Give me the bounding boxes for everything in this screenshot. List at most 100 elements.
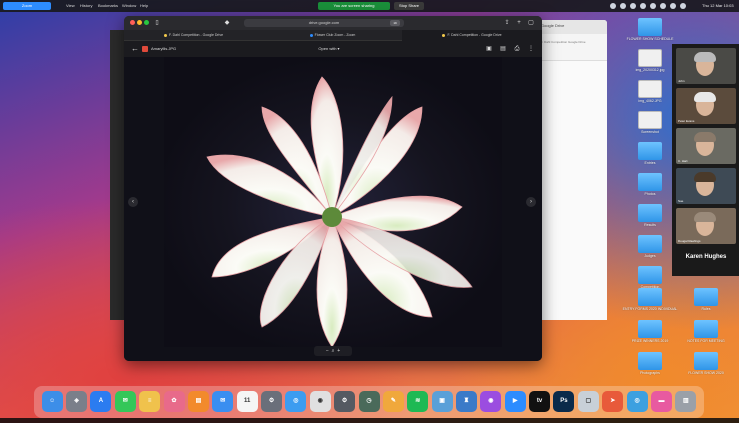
menu-help[interactable]: Help	[140, 1, 148, 11]
address-bar[interactable]: drive.google.com	[244, 19, 404, 27]
books-icon[interactable]: ▤	[187, 391, 209, 412]
zoom-icon[interactable]: ▶	[504, 391, 526, 412]
new-tab-icon[interactable]: +	[516, 20, 522, 26]
open-with-button[interactable]: Open with ▾	[314, 45, 344, 53]
keynote-icon[interactable]: ♜	[455, 391, 477, 412]
participant-video-tile[interactable]: Dougal Rawlings	[676, 208, 736, 244]
folder-icon[interactable]	[694, 320, 718, 338]
spotify-icon[interactable]: ≋	[407, 391, 429, 412]
sidebar-icon[interactable]: ▯	[154, 20, 160, 26]
desktop-icon-label[interactable]: Screenshot	[620, 130, 680, 134]
tab-zoom[interactable]: Flower Club Zoom - Zoom	[263, 30, 402, 41]
desktop-icon-label[interactable]: Photos	[620, 192, 680, 196]
zoom-meeting-pill[interactable]: Zoom	[3, 2, 51, 10]
folder-icon[interactable]: ▢	[577, 391, 599, 412]
pages-icon[interactable]: ✎	[382, 391, 404, 412]
control-center-icon[interactable]	[660, 3, 666, 9]
tab-drive-2[interactable]: F. Dahl Competition - Google Drive	[402, 30, 542, 41]
folder-icon[interactable]	[694, 288, 718, 306]
podcasts-icon[interactable]: ◉	[480, 391, 502, 412]
desktop-icon-label[interactable]: Results	[620, 223, 680, 227]
desktop-icon-label[interactable]: Entries	[620, 161, 680, 165]
finder-icon[interactable]: ☺	[41, 391, 63, 412]
stop-share-button[interactable]: Stop Share	[394, 2, 424, 10]
file-icon[interactable]	[638, 111, 662, 129]
file-icon[interactable]	[638, 80, 662, 98]
notes-icon[interactable]: ≡	[139, 391, 161, 412]
tab-drive-1[interactable]: F. Dahl Competition - Google Drive	[124, 30, 263, 41]
preview-icon[interactable]: ▣	[431, 391, 453, 412]
folder-icon[interactable]	[638, 266, 662, 284]
folder-icon[interactable]	[638, 142, 662, 160]
background-drive-window[interactable]: Google Drive F. Dahl Competition Google …	[535, 20, 607, 320]
menu-clock[interactable]: Thu 12 Mar 10:03	[702, 1, 734, 11]
safari-icon[interactable]: ◎	[285, 391, 307, 412]
participant-video-tile[interactable]: John	[676, 48, 736, 84]
spotlight-icon[interactable]	[650, 3, 656, 9]
folder-icon[interactable]	[694, 352, 718, 370]
tabs-overview-icon[interactable]: ▢	[528, 20, 534, 26]
chrome-icon[interactable]: ◉	[309, 391, 331, 412]
menu-view[interactable]: View	[66, 1, 75, 11]
mail-icon[interactable]: ✉	[212, 391, 234, 412]
close-icon[interactable]	[130, 20, 135, 25]
reminders-icon[interactable]: ▬	[650, 391, 672, 412]
zoom-icon[interactable]: ⌕	[332, 348, 335, 354]
folder-icon[interactable]	[638, 18, 662, 36]
extension-badge[interactable]: 19	[390, 20, 400, 26]
menu-window[interactable]: Window	[122, 1, 136, 11]
share-icon[interactable]: ⇪	[504, 20, 510, 26]
menu-history[interactable]: History	[80, 1, 92, 11]
desktop-icon-label[interactable]: img_4062.JPG	[620, 99, 680, 103]
zoom-in-button[interactable]: +	[337, 348, 340, 354]
safari-2-icon[interactable]: ◎	[626, 391, 648, 412]
desktop-icon-label[interactable]: NOTES FOR MEETING	[676, 339, 736, 343]
apple-tv-icon[interactable]: tv	[529, 391, 551, 412]
desktop-icon-label[interactable]: img_20200312.jpg	[620, 68, 680, 72]
system-preferences-icon[interactable]: ⚙	[261, 391, 283, 412]
desktop-icon-label[interactable]: ENTRY FORMS 2020 INDIVIDUAL	[620, 307, 680, 311]
participant-video-tile[interactable]: C. Hart	[676, 128, 736, 164]
time-machine-icon[interactable]: ◷	[358, 391, 380, 412]
launchpad-icon[interactable]: ◈	[66, 391, 88, 412]
user-icon[interactable]	[670, 3, 676, 9]
desktop-icon-label[interactable]: Rules	[676, 307, 736, 311]
photoshop-icon[interactable]: Ps	[553, 391, 575, 412]
menu-bookmarks[interactable]: Bookmarks	[98, 1, 118, 11]
participant-video-tile[interactable]: Peter Evans	[676, 88, 736, 124]
desktop-icon-label[interactable]: FLOWER SHOW SCHEDULE	[620, 37, 680, 41]
add-to-drive-icon[interactable]: ▣	[486, 46, 492, 52]
desktop-icon-label[interactable]: FLOWER SHOW 2020	[676, 371, 736, 375]
siri-icon[interactable]	[680, 3, 686, 9]
folder-icon[interactable]	[638, 288, 662, 306]
back-arrow-icon[interactable]: ←	[130, 44, 140, 54]
shield-icon[interactable]: ◆	[224, 20, 230, 26]
calendar-icon[interactable]: 11	[236, 391, 258, 412]
wifi-icon[interactable]	[610, 3, 616, 9]
folder-icon[interactable]	[638, 173, 662, 191]
app-store-icon[interactable]: A	[90, 391, 112, 412]
photos-icon[interactable]: ✿	[163, 391, 185, 412]
browser-window[interactable]: ▯ ◆ drive.google.com 19 ⇪ + ▢ F. Dahl Co…	[124, 16, 542, 361]
desktop-icon-label[interactable]: Photographs	[620, 371, 680, 375]
next-image-button[interactable]: ›	[526, 197, 536, 207]
folder-icon[interactable]	[638, 235, 662, 253]
desktop-icon-label[interactable]: Judges	[620, 254, 680, 258]
messages-icon[interactable]: ✉	[114, 391, 136, 412]
previous-image-button[interactable]: ‹	[128, 197, 138, 207]
screen-sharing-indicator[interactable]: You are screen sharing	[318, 2, 390, 10]
battery-icon[interactable]	[630, 3, 636, 9]
settings-icon[interactable]: ⚙	[334, 391, 356, 412]
more-options-icon[interactable]: ⋮	[528, 46, 534, 52]
volume-icon[interactable]	[640, 3, 646, 9]
folder-icon[interactable]	[638, 352, 662, 370]
zoom-out-button[interactable]: −	[326, 348, 329, 354]
folder-icon[interactable]	[638, 204, 662, 222]
file-icon[interactable]	[638, 49, 662, 67]
minimize-icon[interactable]	[137, 20, 142, 25]
maximize-icon[interactable]	[144, 20, 149, 25]
comment-icon[interactable]: ▤	[500, 46, 506, 52]
print-icon[interactable]: ⎙	[514, 46, 520, 52]
bluetooth-icon[interactable]	[620, 3, 626, 9]
trash-icon[interactable]: ▥	[675, 391, 697, 412]
